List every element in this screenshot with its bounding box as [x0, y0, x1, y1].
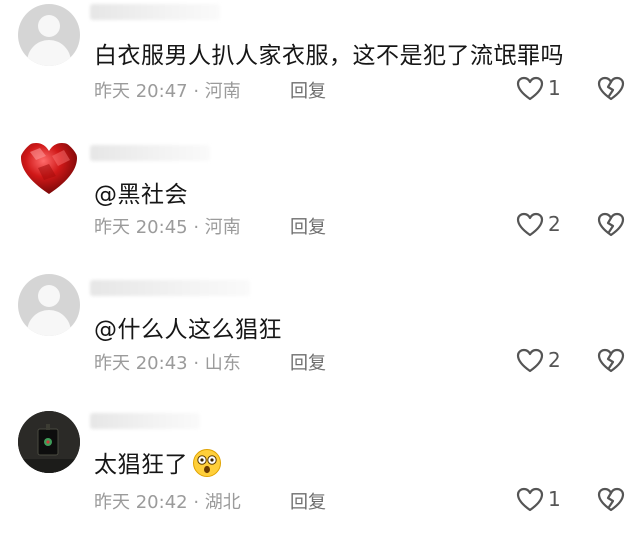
user-avatar[interactable] — [18, 274, 80, 336]
heart-outline-icon — [516, 212, 544, 237]
username-blurred[interactable] — [90, 4, 220, 20]
broken-heart-icon — [597, 487, 625, 512]
like-count: 2 — [548, 348, 561, 372]
like-button[interactable]: 1 — [516, 485, 576, 515]
username-blurred[interactable] — [90, 145, 210, 161]
avatar-head — [38, 15, 60, 37]
comment-meta: 昨天 20:45 · 河南 — [94, 217, 241, 238]
avatar-head — [38, 285, 60, 307]
dislike-button[interactable] — [597, 346, 627, 376]
reply-button[interactable]: 回复 — [290, 77, 326, 103]
reply-button[interactable]: 回复 — [290, 349, 326, 375]
dislike-button[interactable] — [597, 485, 627, 515]
heart-outline-icon — [516, 487, 544, 512]
comment-meta: 昨天 20:43 · 山东 — [94, 353, 241, 374]
dark-photo-avatar-icon — [18, 411, 80, 473]
comment-meta: 昨天 20:47 · 河南 — [94, 81, 241, 102]
astonished-face-emoji — [192, 448, 222, 484]
comment-text: @什么人这么猖狂 — [94, 317, 282, 343]
heart-outline-icon — [516, 76, 544, 101]
like-button[interactable]: 1 — [516, 74, 576, 104]
dislike-button[interactable] — [597, 74, 627, 104]
like-count: 1 — [548, 487, 561, 511]
like-button[interactable]: 2 — [516, 210, 576, 240]
user-avatar[interactable] — [18, 138, 80, 200]
username-blurred[interactable] — [90, 280, 250, 296]
comment-text-content: 太猖狂了 — [94, 452, 188, 478]
avatar-body — [27, 40, 71, 66]
comment-meta: 昨天 20:42 · 湖北 — [94, 492, 241, 513]
user-avatar[interactable] — [18, 411, 80, 473]
comment-text: @黑社会 — [94, 182, 188, 208]
like-button[interactable]: 2 — [516, 346, 576, 376]
like-count: 1 — [548, 76, 561, 100]
username-blurred[interactable] — [90, 413, 200, 429]
reply-button[interactable]: 回复 — [290, 488, 326, 514]
avatar-body — [27, 310, 71, 336]
red-heart-avatar-icon — [21, 143, 77, 194]
comment-text: 太猖狂了 — [94, 445, 222, 484]
like-count: 2 — [548, 212, 561, 236]
user-avatar[interactable] — [18, 4, 80, 66]
heart-outline-icon — [516, 348, 544, 373]
dislike-button[interactable] — [597, 210, 627, 240]
reply-button[interactable]: 回复 — [290, 213, 326, 239]
comment-text: 白衣服男人扒人家衣服，这不是犯了流氓罪吗 — [94, 43, 564, 69]
broken-heart-icon — [597, 76, 625, 101]
broken-heart-icon — [597, 348, 625, 373]
broken-heart-icon — [597, 212, 625, 237]
